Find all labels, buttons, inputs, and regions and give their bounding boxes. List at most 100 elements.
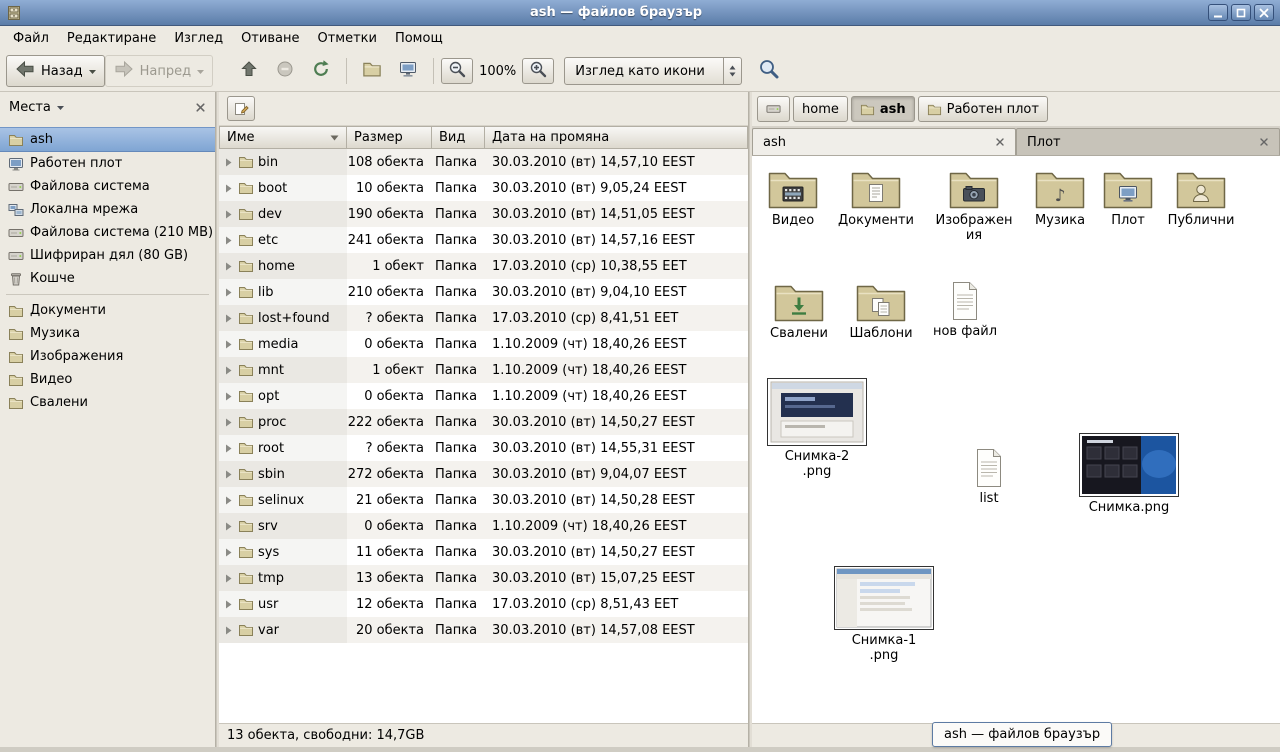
path-button-home[interactable]: home xyxy=(793,96,848,122)
menu-item-go[interactable]: Отиване xyxy=(232,28,308,49)
expander-icon[interactable] xyxy=(224,210,234,219)
path-button-desktop[interactable]: Работен плот xyxy=(918,96,1048,122)
table-row[interactable]: bin108 обектаПапка30.03.2010 (вт) 14,57,… xyxy=(219,149,748,175)
icon-item-public[interactable]: Публични xyxy=(1158,168,1244,228)
expander-icon[interactable] xyxy=(224,262,234,271)
maximize-button[interactable] xyxy=(1231,4,1251,21)
icon-item-list[interactable]: list xyxy=(949,448,1029,506)
icon-view[interactable]: ВидеоДокументиИзображения♪МузикаПлотПубл… xyxy=(752,156,1280,723)
expander-icon[interactable] xyxy=(224,574,234,583)
forward-button[interactable]: Напред xyxy=(105,55,213,87)
column-header-type[interactable]: Вид xyxy=(432,126,485,149)
title-bar[interactable]: ash — файлов браузър xyxy=(0,0,1280,26)
menu-item-help[interactable]: Помощ xyxy=(386,28,452,49)
expander-icon[interactable] xyxy=(224,288,234,297)
sidebar-item-encrypted-80gb[interactable]: Шифриран дял (80 GB) xyxy=(0,244,215,267)
minimize-button[interactable] xyxy=(1208,4,1228,21)
table-row[interactable]: lib210 обектаПапка30.03.2010 (вт) 9,04,1… xyxy=(219,279,748,305)
sidebar-item-filesystem[interactable]: Файлова система xyxy=(0,175,215,198)
zoom-in-button[interactable] xyxy=(522,58,554,84)
menu-item-bookmarks[interactable]: Отметки xyxy=(308,28,385,49)
icon-item-snimka-2-png[interactable]: Снимка-2.png xyxy=(765,378,869,479)
sidebar-item-videos[interactable]: Видео xyxy=(0,368,215,391)
sidebar-item-music[interactable]: Музика xyxy=(0,322,215,345)
menu-item-edit[interactable]: Редактиране xyxy=(58,28,165,49)
table-row[interactable]: srv0 обектаПапка1.10.2009 (чт) 18,40,26 … xyxy=(219,513,748,539)
search-button[interactable] xyxy=(750,55,788,87)
column-header-size[interactable]: Размер xyxy=(347,126,432,149)
expander-icon[interactable] xyxy=(224,314,234,323)
back-button[interactable]: Назад xyxy=(6,55,105,87)
icon-item-images[interactable]: Изображения xyxy=(928,168,1020,243)
table-row[interactable]: boot10 обектаПапка30.03.2010 (вт) 9,05,2… xyxy=(219,175,748,201)
table-row[interactable]: proc222 обектаПапка30.03.2010 (вт) 14,50… xyxy=(219,409,748,435)
icon-item-documents[interactable]: Документи xyxy=(833,168,919,228)
tab-close-icon[interactable] xyxy=(995,137,1005,147)
sidebar-item-documents[interactable]: Документи xyxy=(0,299,215,322)
icon-item-new-file[interactable]: нов файл xyxy=(928,281,1002,339)
table-row[interactable]: home1 обектПапка17.03.2010 (ср) 10,38,55… xyxy=(219,253,748,279)
menu-item-file[interactable]: Файл xyxy=(4,28,58,49)
reload-button[interactable] xyxy=(303,55,339,87)
expander-icon[interactable] xyxy=(224,496,234,505)
table-row[interactable]: sys11 обектаПапка30.03.2010 (вт) 14,50,2… xyxy=(219,539,748,565)
table-row[interactable]: tmp13 обектаПапка30.03.2010 (вт) 15,07,2… xyxy=(219,565,748,591)
expander-icon[interactable] xyxy=(224,600,234,609)
table-row[interactable]: root? обектаПапка30.03.2010 (вт) 14,55,3… xyxy=(219,435,748,461)
table-row[interactable]: selinux21 обектаПапка30.03.2010 (вт) 14,… xyxy=(219,487,748,513)
expander-icon[interactable] xyxy=(224,470,234,479)
icon-item-videos[interactable]: Видео xyxy=(752,168,834,228)
expander-icon[interactable] xyxy=(224,548,234,557)
table-row[interactable]: sbin272 обектаПапка30.03.2010 (вт) 9,04,… xyxy=(219,461,748,487)
sidebar-item-local-network[interactable]: Локална мрежа xyxy=(0,198,215,221)
sidebar-item-trash[interactable]: Кошче xyxy=(0,267,215,290)
expander-icon[interactable] xyxy=(224,444,234,453)
table-row[interactable]: usr12 обектаПапка17.03.2010 (ср) 8,51,43… xyxy=(219,591,748,617)
table-row[interactable]: var20 обектаПапка30.03.2010 (вт) 14,57,0… xyxy=(219,617,748,643)
menu-item-view[interactable]: Изглед xyxy=(165,28,232,49)
icon-item-snimka-png[interactable]: Снимка.png xyxy=(1075,433,1183,515)
icon-item-templates[interactable]: Шаблони xyxy=(840,281,922,341)
expander-icon[interactable] xyxy=(224,158,234,167)
table-row[interactable]: mnt1 обектПапка1.10.2009 (чт) 18,40,26 E… xyxy=(219,357,748,383)
expander-icon[interactable] xyxy=(224,184,234,193)
sidebar-item-downloads[interactable]: Свалени xyxy=(0,391,215,414)
expander-icon[interactable] xyxy=(224,236,234,245)
sidebar-item-desktop[interactable]: Работен плот xyxy=(0,152,215,175)
tab-ash[interactable]: ash xyxy=(752,128,1016,155)
expander-icon[interactable] xyxy=(224,522,234,531)
tab-close-icon[interactable] xyxy=(1259,137,1269,147)
sidebar-item-images[interactable]: Изображения xyxy=(0,345,215,368)
home-button[interactable] xyxy=(354,55,390,87)
zoom-out-button[interactable] xyxy=(441,58,473,84)
sidebar-item-ash[interactable]: ash xyxy=(0,127,215,152)
path-button-ash[interactable]: ash xyxy=(851,96,915,122)
expander-icon[interactable] xyxy=(224,340,234,349)
column-header-name[interactable]: Име xyxy=(219,126,347,149)
table-row[interactable]: lost+found? обектаПапка17.03.2010 (ср) 8… xyxy=(219,305,748,331)
expander-icon[interactable] xyxy=(224,366,234,375)
stop-button[interactable] xyxy=(267,55,303,87)
tab-plot[interactable]: Плот xyxy=(1016,128,1280,155)
computer-button[interactable] xyxy=(390,55,426,87)
sidebar-item-filesystem-210mb[interactable]: Файлова система (210 MB) xyxy=(0,221,215,244)
places-header[interactable]: Места xyxy=(0,92,215,122)
expander-icon[interactable] xyxy=(224,626,234,635)
icon-item-snimka-1-png[interactable]: Снимка-1.png xyxy=(832,566,936,663)
view-mode-select[interactable]: Изглед като икони xyxy=(564,57,742,85)
path-root-button[interactable] xyxy=(757,96,790,122)
view-mode-spinner[interactable] xyxy=(723,58,741,84)
column-header-date[interactable]: Дата на промяна xyxy=(485,126,748,149)
up-button[interactable] xyxy=(231,55,267,87)
close-button[interactable] xyxy=(1254,4,1274,21)
expander-icon[interactable] xyxy=(224,418,234,427)
table-row[interactable]: opt0 обектаПапка1.10.2009 (чт) 18,40,26 … xyxy=(219,383,748,409)
places-close-button[interactable] xyxy=(195,102,206,113)
expander-icon[interactable] xyxy=(224,392,234,401)
icon-item-downloads[interactable]: Свалени xyxy=(758,281,840,341)
location-toggle-button[interactable] xyxy=(227,96,255,121)
icon-item-desktop[interactable]: Плот xyxy=(1092,168,1164,228)
table-row[interactable]: etc241 обектаПапка30.03.2010 (вт) 14,57,… xyxy=(219,227,748,253)
table-row[interactable]: media0 обектаПапка1.10.2009 (чт) 18,40,2… xyxy=(219,331,748,357)
icon-item-music[interactable]: ♪Музика xyxy=(1019,168,1101,228)
